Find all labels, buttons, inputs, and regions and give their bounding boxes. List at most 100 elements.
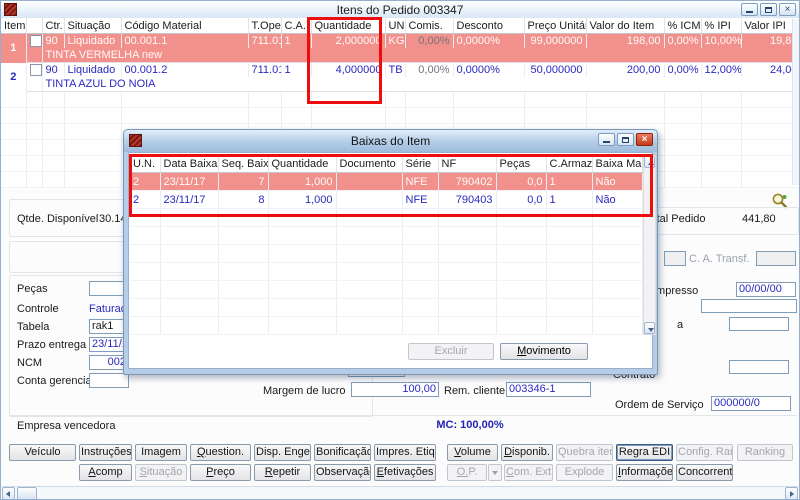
divider — [9, 415, 797, 416]
instrucoes-button[interactable]: Instruções — [79, 444, 132, 461]
scroll-thumb[interactable] — [17, 487, 37, 499]
situacao-button: Situação — [135, 464, 187, 481]
empty-field-3[interactable] — [729, 360, 789, 374]
tabela-label: Tabela — [17, 321, 50, 333]
col-situacao[interactable]: Situação — [64, 18, 122, 34]
row-checkbox[interactable] — [29, 64, 41, 77]
empty-field-2[interactable] — [729, 317, 789, 331]
close-icon: × — [641, 134, 648, 145]
modal-title: Baixas do Item — [350, 134, 431, 148]
col-preco-unitario[interactable]: Preço Unitário — [524, 18, 587, 34]
empty-field-1[interactable] — [701, 299, 797, 313]
horizontal-scrollbar[interactable] — [2, 486, 798, 499]
op-button: O.P. — [447, 464, 487, 481]
table-row[interactable]: 2 90 Liquidado 00.001.2 711.01 1 4,00000… — [1, 62, 799, 92]
col-check[interactable] — [26, 18, 43, 34]
table-row-description[interactable]: TINTA AZUL DO NOIA — [1, 77, 799, 92]
annotation-baixas-grid — [129, 154, 653, 217]
col-item[interactable]: Item — [1, 18, 27, 34]
margem-lucro-field[interactable]: 100,00 — [351, 382, 439, 397]
col-ctr[interactable]: Ctr. — [42, 18, 65, 34]
preco-button[interactable]: Preço — [190, 464, 251, 481]
close-button[interactable]: × — [779, 3, 796, 16]
grid-header-row: Item Ctr. Situação Código Material T.Ope… — [1, 18, 799, 34]
ordem-servico-field[interactable]: 000000/0 — [711, 396, 791, 411]
grid-vertical-scrollbar[interactable] — [792, 19, 799, 185]
empty-row — [130, 262, 643, 281]
scroll-down-icon — [648, 328, 654, 332]
scroll-down-button[interactable] — [644, 322, 655, 334]
maximize-icon — [765, 7, 772, 13]
table-row-description[interactable]: TINTA VERMELHA new — [1, 48, 799, 63]
pecas-label: Peças — [17, 283, 48, 295]
total-pedido-value: 441,80 — [742, 213, 776, 225]
repetir-button[interactable]: Repetir — [254, 464, 311, 481]
conta-gerencial-field[interactable] — [89, 373, 129, 388]
acomp-button[interactable]: Acomp — [79, 464, 132, 481]
modal-close-button[interactable]: × — [636, 133, 653, 146]
minimize-icon — [746, 11, 753, 13]
prazo-entrega-label: Prazo entrega — [17, 339, 87, 351]
table-row[interactable]: 1 90 Liquidado 00.001.1 711.01 1 2,00000… — [1, 33, 799, 63]
empty-row — [130, 244, 643, 263]
efetivacoes-button[interactable]: Efetivações — [374, 464, 436, 481]
main-window: Itens do Pedido 003347 × Item Ctr. Situa… — [0, 0, 800, 500]
volume-button[interactable]: Volume — [447, 444, 498, 461]
disponib-button[interactable]: Disponib. — [501, 444, 553, 461]
scroll-left-icon — [6, 491, 10, 497]
observacao-button[interactable]: Observação — [314, 464, 371, 481]
conta-gerencial-label: Conta gerencial — [17, 375, 95, 387]
rem-cliente-field[interactable]: 003346-1 — [506, 382, 591, 397]
main-titlebar: Itens do Pedido 003347 × — [1, 1, 799, 19]
close-icon: × — [784, 4, 791, 15]
com-ext-button: Com. Ext — [504, 464, 553, 481]
col-valor-item[interactable]: Valor do Item — [586, 18, 665, 34]
item-description: TINTA VERMELHA new — [42, 48, 799, 63]
partial-label: a — [677, 319, 684, 331]
window-title: Itens do Pedido 003347 — [336, 3, 464, 17]
empty-row — [130, 298, 643, 317]
maximize-button[interactable] — [760, 3, 777, 16]
impres-etiq-button[interactable]: Impres. Etiq. — [374, 444, 436, 461]
scroll-right-button[interactable] — [785, 487, 798, 499]
col-comis[interactable]: Comis. — [405, 18, 454, 34]
minimize-icon — [603, 141, 610, 143]
modal-maximize-button[interactable] — [617, 133, 634, 146]
modal-titlebar: Baixas do Item × — [124, 130, 657, 152]
regra-edi-button[interactable]: Regra EDI — [616, 444, 673, 461]
col-icms[interactable]: % ICMS — [664, 18, 702, 34]
col-codigo-material[interactable]: Código Material — [121, 18, 249, 34]
disp-engenh-button[interactable]: Disp. Engenh. — [254, 444, 311, 461]
col-uni[interactable]: UNI — [385, 18, 406, 34]
scroll-right-icon — [790, 491, 794, 497]
informacoes-button[interactable]: Informações — [616, 464, 673, 481]
concorrente-button[interactable]: Concorrente — [676, 464, 733, 481]
maximize-icon — [622, 137, 629, 143]
question-button[interactable]: Question. — [190, 444, 251, 461]
bonificacao-button[interactable]: Bonificação — [314, 444, 371, 461]
op-dropdown-button — [488, 464, 502, 481]
impresso-field[interactable]: 00/00/00 — [736, 282, 796, 297]
empty-row — [1, 91, 799, 108]
movimento-button[interactable]: Movimento — [500, 343, 588, 360]
qtde-disponivel-label: Qtde. Disponível — [17, 213, 99, 225]
explode-button: Explode — [556, 464, 613, 481]
veiculo-button[interactable]: Veículo — [9, 444, 76, 461]
empty-row — [1, 107, 799, 124]
ordem-servico-label: Ordem de Serviço — [615, 399, 704, 411]
modal-minimize-button[interactable] — [598, 133, 615, 146]
impresso-label: Impresso — [653, 285, 699, 297]
ca-transf-field — [756, 251, 796, 266]
empty-row — [130, 316, 643, 335]
col-ipi[interactable]: % IPI — [701, 18, 742, 34]
col-desconto[interactable]: Desconto — [453, 18, 525, 34]
minimize-button[interactable] — [741, 3, 758, 16]
controle-label: Controle — [17, 303, 59, 315]
imagem-button[interactable]: Imagem — [135, 444, 187, 461]
excluir-button: Excluir — [408, 343, 494, 360]
config-rank-button: Config. Rank. — [676, 444, 733, 461]
scroll-left-button[interactable] — [2, 487, 15, 499]
dropdown-icon — [492, 471, 498, 475]
row-checkbox[interactable] — [29, 35, 41, 48]
col-toper[interactable]: T.Oper. — [248, 18, 282, 34]
